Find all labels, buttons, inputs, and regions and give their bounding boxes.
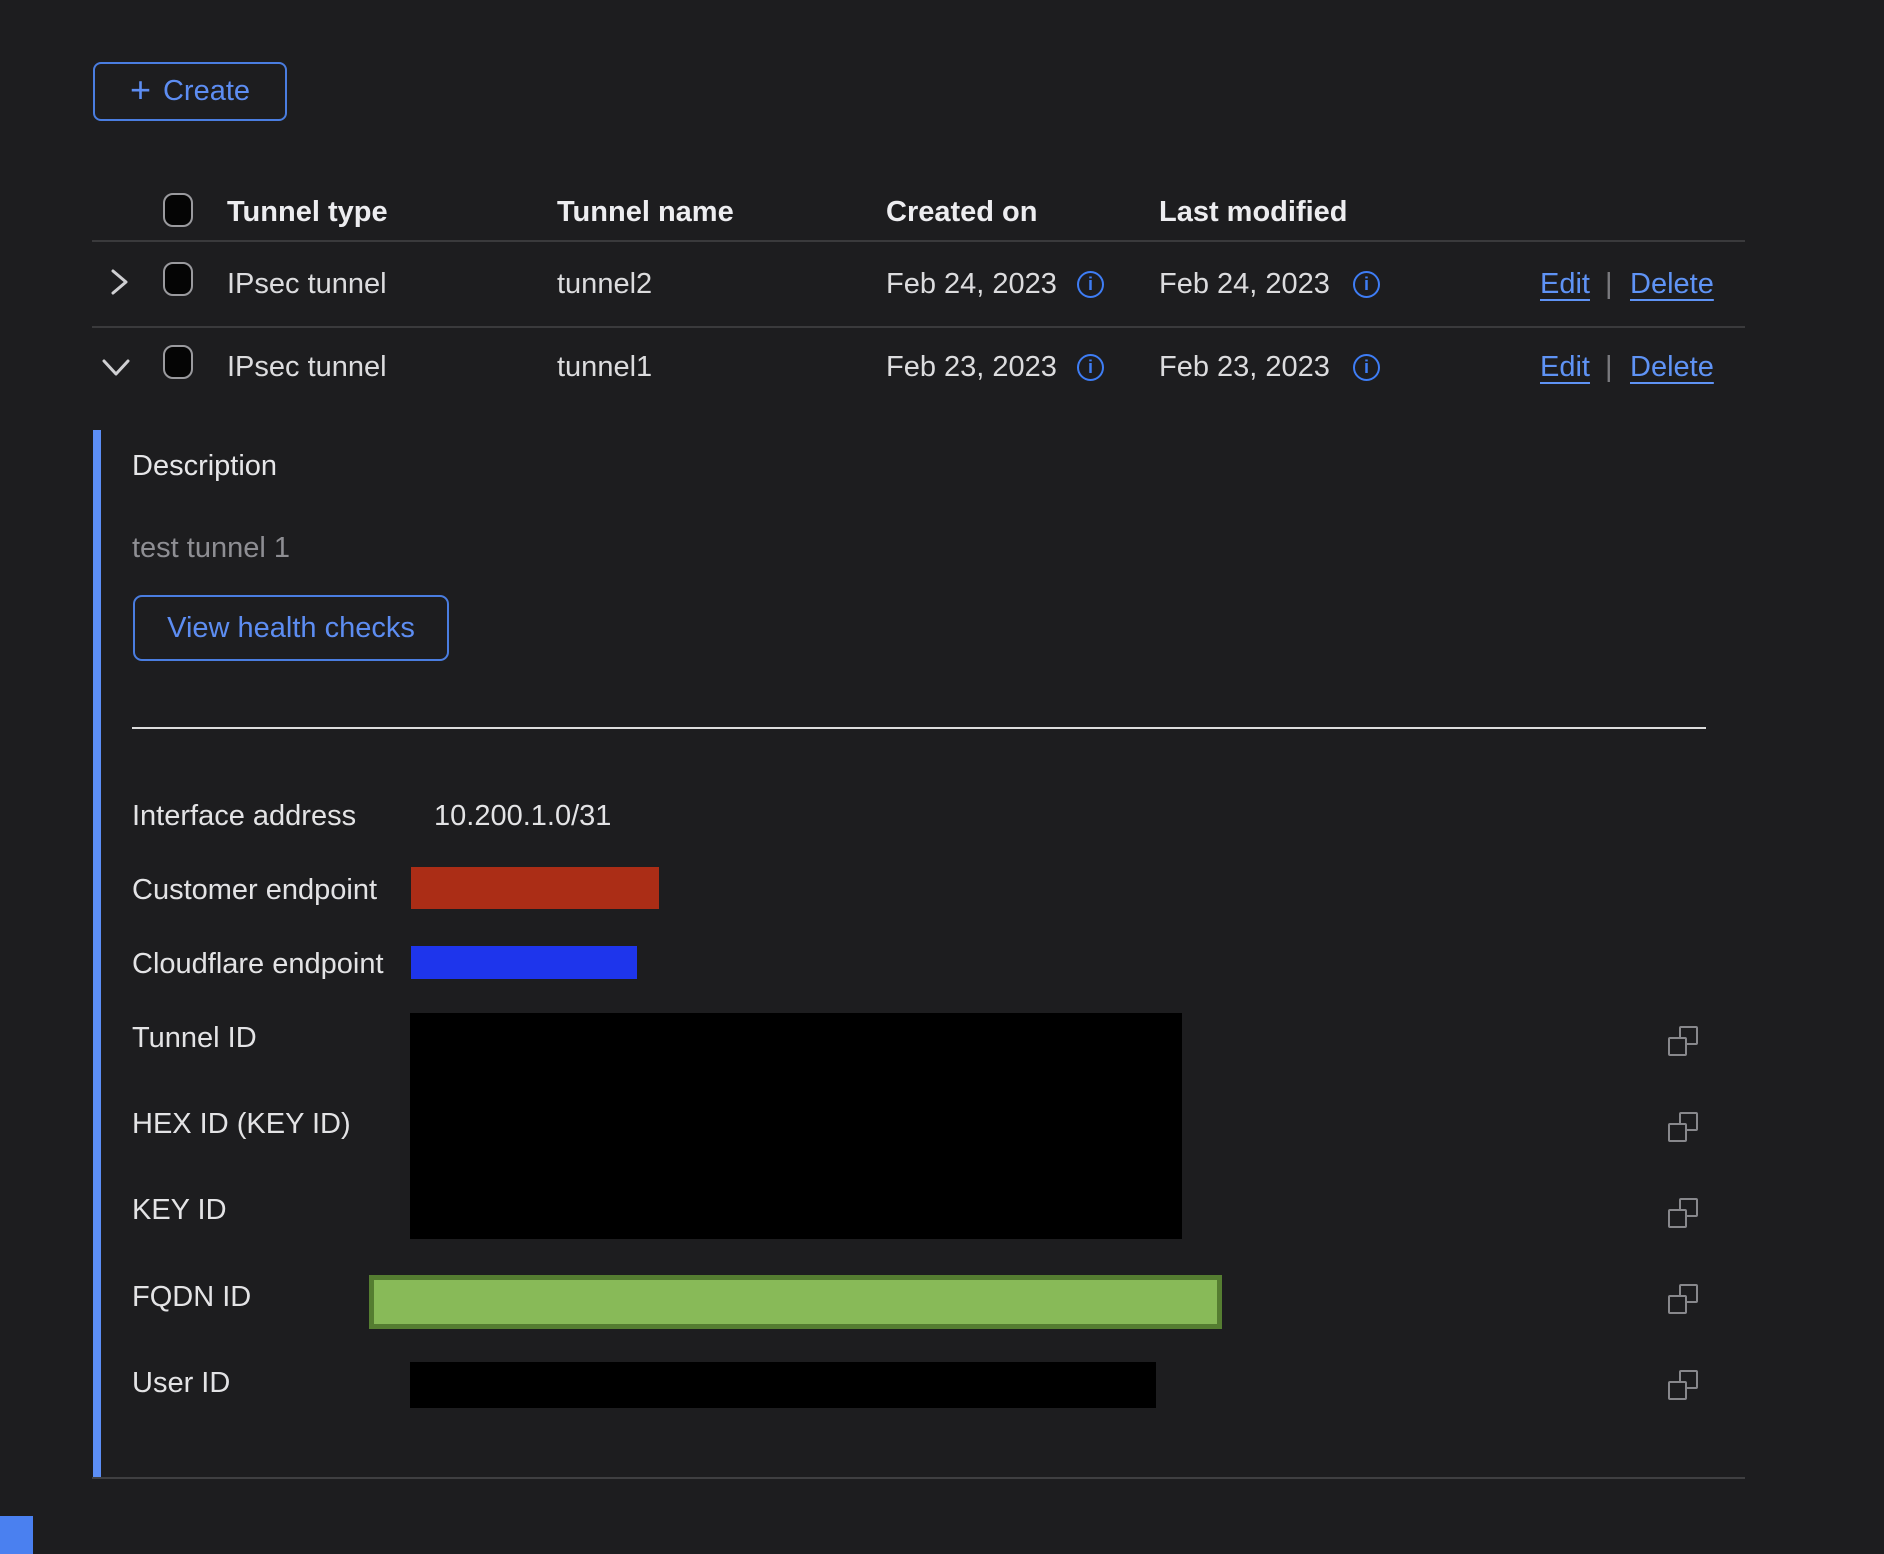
last-modified-cell: Feb 24, 2023 <box>1159 268 1330 301</box>
cloudflare-endpoint-redaction <box>411 946 637 979</box>
corner-accent <box>0 1516 33 1554</box>
created-on-cell: Feb 23, 2023 <box>886 351 1057 384</box>
column-header-created-on: Created on <box>886 196 1037 229</box>
customer-endpoint-redaction <box>411 867 659 909</box>
modified-info-icon[interactable]: i <box>1353 354 1380 381</box>
user-id-label: User ID <box>132 1367 230 1400</box>
table-bottom-border <box>92 1477 1745 1479</box>
created-info-icon[interactable]: i <box>1077 354 1104 381</box>
copy-key-id-icon[interactable] <box>1668 1198 1698 1228</box>
tunnels-page: + Create Tunnel type Tunnel name Created… <box>0 0 1884 1554</box>
modified-info-icon[interactable]: i <box>1353 271 1380 298</box>
action-separator: | <box>1605 268 1613 301</box>
user-id-redaction <box>410 1362 1156 1408</box>
create-button[interactable]: + Create <box>93 62 287 121</box>
view-health-checks-button[interactable]: View health checks <box>133 595 449 661</box>
interface-address-label: Interface address <box>132 800 356 833</box>
tunnel-id-label: Tunnel ID <box>132 1022 257 1055</box>
action-separator: | <box>1605 351 1613 384</box>
copy-tunnel-id-icon[interactable] <box>1668 1026 1698 1056</box>
copy-user-id-icon[interactable] <box>1668 1370 1698 1400</box>
row-checkbox-tunnel1[interactable] <box>163 345 193 379</box>
edit-link[interactable]: Edit <box>1540 268 1590 301</box>
fqdn-id-redaction <box>369 1275 1222 1329</box>
fqdn-id-label: FQDN ID <box>132 1281 251 1314</box>
tunnel-type-cell: IPsec tunnel <box>227 268 387 301</box>
tunnel-name-cell: tunnel2 <box>557 268 652 301</box>
hex-id-label: HEX ID (KEY ID) <box>132 1108 351 1141</box>
cloudflare-endpoint-label: Cloudflare endpoint <box>132 948 384 981</box>
column-header-tunnel-type: Tunnel type <box>227 196 388 229</box>
description-value: test tunnel 1 <box>132 532 290 565</box>
tunnel-name-cell: tunnel1 <box>557 351 652 384</box>
chevron-right-icon[interactable] <box>102 266 134 298</box>
key-id-label: KEY ID <box>132 1194 227 1227</box>
column-header-tunnel-name: Tunnel name <box>557 196 734 229</box>
customer-endpoint-label: Customer endpoint <box>132 874 377 907</box>
edit-link[interactable]: Edit <box>1540 351 1590 384</box>
delete-link[interactable]: Delete <box>1630 268 1714 301</box>
row-divider <box>92 326 1745 328</box>
created-info-icon[interactable]: i <box>1077 271 1104 298</box>
row-checkbox-tunnel2[interactable] <box>163 262 193 296</box>
header-divider <box>92 240 1745 242</box>
last-modified-cell: Feb 23, 2023 <box>1159 351 1330 384</box>
create-button-label: Create <box>163 75 250 108</box>
expanded-row-indicator-bar <box>93 430 101 1478</box>
ids-redaction-block <box>410 1013 1182 1239</box>
chevron-down-icon[interactable] <box>98 352 134 382</box>
select-all-checkbox[interactable] <box>163 193 193 227</box>
copy-hex-id-icon[interactable] <box>1668 1112 1698 1142</box>
delete-link[interactable]: Delete <box>1630 351 1714 384</box>
copy-fqdn-id-icon[interactable] <box>1668 1284 1698 1314</box>
interface-address-value: 10.200.1.0/31 <box>434 800 611 833</box>
description-label: Description <box>132 450 277 483</box>
plus-icon: + <box>130 72 151 108</box>
column-header-last-modified: Last modified <box>1159 196 1348 229</box>
tunnel-type-cell: IPsec tunnel <box>227 351 387 384</box>
created-on-cell: Feb 24, 2023 <box>886 268 1057 301</box>
section-divider <box>132 727 1706 729</box>
